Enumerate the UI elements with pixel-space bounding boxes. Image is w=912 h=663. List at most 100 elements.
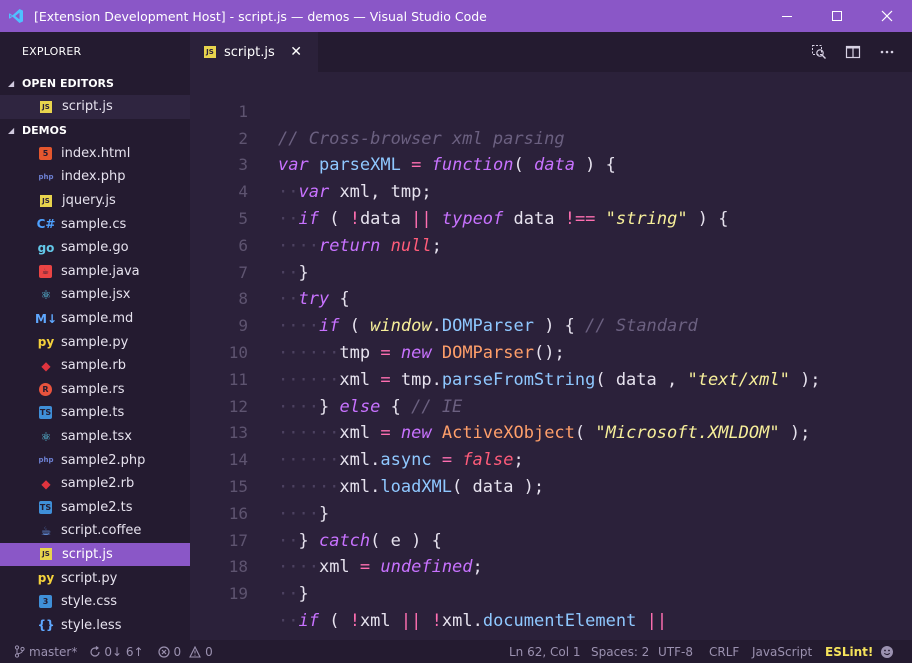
js-icon: JS (40, 548, 52, 561)
ruby-icon: ◆ (41, 358, 51, 373)
cursor-position[interactable]: Ln 62, Col 1 (509, 645, 581, 659)
demos-label: DEMOS (22, 123, 67, 137)
language-mode[interactable]: JavaScript (752, 645, 812, 659)
code-line[interactable]: 11 ····} else { // IE (190, 340, 912, 417)
file-label: sample2.php (61, 452, 146, 468)
open-preview-button[interactable] (802, 32, 836, 72)
close-window-button[interactable] (862, 0, 912, 32)
file-item-sample2-php[interactable]: php sample2.php (0, 448, 190, 472)
typescript-icon: TS (39, 406, 52, 420)
file-label: sample.jsx (61, 287, 131, 303)
go-icon: go (37, 240, 55, 255)
file-item-index-html[interactable]: 5 index.html (0, 142, 190, 166)
file-item-sample-md[interactable]: M↓ sample.md (0, 307, 190, 331)
file-item-script-py[interactable]: py script.py (0, 566, 190, 590)
file-list: 5 index.html php index.php JS jquery.js C# samp… (0, 142, 190, 637)
indentation[interactable]: Spaces: 2 (591, 645, 649, 659)
status-bar: master* 0↓ 6↑ 0 0 Ln 62, Col 1 Spaces: 2… (0, 640, 912, 663)
file-item-script-coffee[interactable]: ☕ script.coffee (0, 519, 190, 543)
preview-search-icon (812, 45, 826, 59)
file-item-sample-cs[interactable]: C# sample.cs (0, 212, 190, 236)
file-label: sample.cs (61, 216, 127, 232)
tab-close-icon[interactable]: ✕ (290, 44, 302, 60)
maximize-icon (832, 11, 842, 21)
line-ending[interactable]: CRLF (709, 645, 739, 659)
file-label: jquery.js (62, 193, 116, 209)
code-line[interactable]: 7 ··try { (190, 233, 912, 310)
code-line[interactable]: 15 ····} (190, 447, 912, 524)
code-line[interactable]: 12 ······xml = new ActiveXObject( "Micro… (190, 367, 912, 444)
problems-indicator[interactable]: 0 0 (157, 644, 213, 659)
code-line[interactable]: 4 ··if ( !data || typeof data !== "strin… (190, 152, 912, 229)
eslint-status[interactable]: ESLint! (825, 645, 873, 659)
open-editors-section[interactable]: ◢ OPEN EDITORS (0, 72, 190, 95)
file-item-style-css[interactable]: 3 style.css (0, 590, 190, 614)
sync-icon (90, 645, 100, 657)
more-actions-button[interactable] (870, 32, 904, 72)
markdown-icon: M↓ (35, 311, 57, 326)
maximize-button[interactable] (812, 0, 862, 32)
code-line[interactable]: 6 ··} (190, 206, 912, 283)
file-label: sample.rb (61, 358, 126, 374)
code-line[interactable]: 19 ··if ( !xml || !xml.documentElement |… (190, 554, 912, 631)
typescript-icon: TS (39, 500, 52, 514)
file-item-style-less[interactable]: {} style.less (0, 613, 190, 637)
code-line[interactable]: 9 ······tmp = new DOMParser(); (190, 286, 912, 363)
rust-icon: R (39, 382, 52, 396)
code-line[interactable]: 5 ····return null; (190, 179, 912, 256)
code-line[interactable]: 1 // Cross-browser xml parsing (190, 72, 912, 149)
code-line[interactable]: 2 var parseXML = function( data ) { (190, 99, 912, 176)
file-label: sample.java (61, 263, 140, 279)
code-line[interactable]: 8 ····if ( window.DOMParser ) { // Stand… (190, 260, 912, 336)
window-title: [Extension Development Host] - script.js… (34, 8, 487, 24)
file-item-script-js[interactable]: JS script.js (0, 542, 190, 567)
code-line[interactable]: 3 ··var xml, tmp; (190, 126, 912, 202)
branch-indicator[interactable]: master* (14, 645, 77, 659)
code-line[interactable]: 14 ······xml.loadXML( data ); (190, 420, 912, 497)
minimize-icon (782, 16, 792, 17)
code-editor[interactable]: 1 // Cross-browser xml parsing 2 var par… (190, 72, 912, 640)
code-line[interactable]: 10 ······xml = tmp.parseFromString( data… (190, 313, 912, 390)
code-line[interactable]: 17 ····xml = undefined; (190, 501, 912, 578)
csharp-icon: C# (36, 217, 56, 232)
file-item-sample2-ts[interactable]: TS sample2.ts (0, 496, 190, 520)
explorer-sidebar: EXPLORER ◢ OPEN EDITORS JS script.js ◢ D… (0, 32, 190, 640)
demos-section[interactable]: ◢ DEMOS (0, 119, 190, 142)
css-icon: 3 (39, 595, 52, 609)
file-label: script.js (62, 546, 113, 562)
file-item-sample-rs[interactable]: Rsample.rs (0, 378, 190, 402)
encoding[interactable]: UTF-8 (658, 645, 693, 659)
open-editors-label: OPEN EDITORS (22, 77, 114, 90)
file-item-sample-py[interactable]: py sample.py (0, 330, 190, 354)
open-editor-item[interactable]: JS script.js (0, 95, 190, 119)
file-item-index-php[interactable]: php index.php (0, 165, 190, 189)
file-item-sample-java[interactable]: ☕ sample.java (0, 260, 190, 284)
sync-indicator[interactable]: 0↓ 6↑ (89, 645, 144, 659)
file-label: index.html (61, 145, 131, 161)
file-item-jquery-js[interactable]: JS jquery.js (0, 189, 190, 213)
ellipsis-icon (880, 50, 894, 54)
tab-bar: JS script.js ✕ (190, 32, 912, 72)
file-item-sample2-rb[interactable]: ◆ sample2.rb (0, 472, 190, 496)
file-item-sample-jsx[interactable]: ⚛ sample.jsx (0, 283, 190, 307)
js-file-icon: JS (40, 100, 52, 113)
code-line[interactable]: 13 ······xml.async = false; (190, 394, 912, 470)
code-line[interactable]: ··xml.getElementsByTagName( "parsererror… (190, 581, 912, 640)
feedback-button[interactable] (880, 645, 894, 659)
java-icon: ☕ (39, 264, 52, 278)
file-item-sample-ts[interactable]: TS sample.ts (0, 401, 190, 425)
php-icon: php (38, 456, 54, 465)
file-label: sample2.ts (61, 499, 133, 515)
error-count: 0 (173, 644, 182, 659)
code-line[interactable]: 20 ····jQuery.error( "Invalid XML: " + d… (190, 608, 912, 640)
split-editor-button[interactable] (836, 32, 870, 72)
file-item-sample-go[interactable]: go sample.go (0, 236, 190, 260)
code-line[interactable]: 16 ··} catch( e ) { (190, 474, 912, 551)
code-line[interactable]: 18 ··} (190, 528, 912, 604)
file-label: sample.py (61, 334, 129, 350)
error-icon (157, 645, 170, 658)
tab-script-js[interactable]: JS script.js ✕ (190, 32, 318, 72)
file-item-sample-tsx[interactable]: ⚛ sample.tsx (0, 425, 190, 449)
minimize-button[interactable] (762, 0, 812, 32)
file-item-sample-rb[interactable]: ◆ sample.rb (0, 354, 190, 378)
